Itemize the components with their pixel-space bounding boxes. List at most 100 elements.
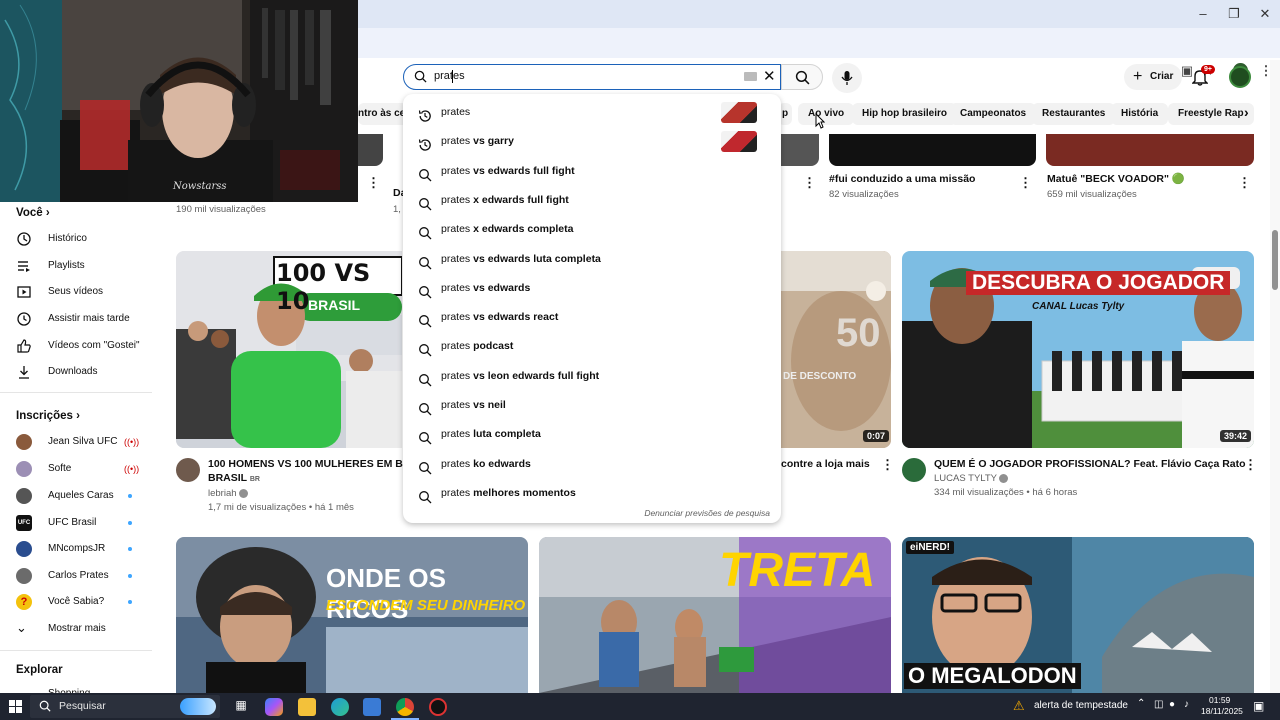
volume-icon[interactable]: ♪: [1184, 699, 1189, 710]
video-thumbnail[interactable]: [358, 134, 383, 166]
sidebar-item-playlists[interactable]: Playlists: [16, 255, 152, 277]
chrome-icon[interactable]: [396, 698, 414, 716]
sidebar-sub-ufc-brasil[interactable]: UFC UFC Brasil: [16, 512, 152, 534]
sidebar-sub-jean-silva[interactable]: Jean Silva UFC ((•)): [16, 431, 152, 453]
suggestion-item[interactable]: prates vs neil: [403, 391, 781, 420]
thumbnail-subtext: DE DESCONTO: [783, 371, 857, 382]
more-options-icon[interactable]: ⋮: [1019, 176, 1032, 190]
obs-icon[interactable]: [429, 698, 447, 716]
video-thumbnail[interactable]: TRETA: [539, 537, 891, 693]
suggestion-item[interactable]: prates vs edwards react: [403, 303, 781, 332]
store-icon[interactable]: [363, 698, 381, 716]
suggestion-item[interactable]: prates vs garry: [403, 127, 781, 156]
clock-time[interactable]: 01:59: [1209, 695, 1230, 705]
sidebar-show-more[interactable]: ⌄ Mostrar mais: [16, 618, 152, 640]
voice-search-button[interactable]: [832, 63, 862, 93]
chip-freestyle-rap[interactable]: Freestyle Rap: [1168, 103, 1254, 125]
chip-historia[interactable]: História: [1111, 103, 1169, 125]
sidebar-you-heading[interactable]: Você ›: [16, 207, 50, 219]
report-predictions-link[interactable]: Denunciar previsões de pesquisa: [644, 508, 770, 518]
weather-status[interactable]: alerta de tempestade: [1034, 700, 1128, 711]
chevron-right-icon[interactable]: ›: [1244, 104, 1249, 120]
video-thumbnail[interactable]: DESCUBRA O JOGADOR CANAL Lucas Tylty 39:…: [902, 251, 1254, 448]
suggestion-item[interactable]: prates vs edwards luta completa: [403, 245, 781, 274]
keyboard-icon[interactable]: [744, 72, 757, 81]
video-thumbnail[interactable]: [781, 134, 819, 166]
sidebar-item-assistir-mais-tarde[interactable]: Assistir mais tarde: [16, 308, 152, 330]
suggestion-item[interactable]: prates x edwards completa: [403, 215, 781, 244]
sidebar-sub-carlos-prates[interactable]: Carlos Prates: [16, 565, 152, 587]
account-avatar[interactable]: [1229, 66, 1251, 88]
channel-avatar[interactable]: [902, 458, 926, 482]
video-title[interactable]: QUEM É O JOGADOR PROFISSIONAL? Feat. Flá…: [934, 457, 1246, 471]
video-thumbnail[interactable]: eiNERD! O MEGALODON: [902, 537, 1254, 693]
windows-start-icon[interactable]: [9, 700, 22, 713]
video-title[interactable]: 100 HOMENS VS 100 MULHERES EM BU: [208, 457, 410, 471]
sidebar-item-videos-gostei[interactable]: Vídeos com "Gostei": [16, 335, 152, 357]
edge-icon[interactable]: [331, 698, 349, 716]
suggestion-item[interactable]: prates vs edwards full fight: [403, 157, 781, 186]
suggestion-item[interactable]: prates: [403, 98, 781, 127]
video-channel[interactable]: lebriah: [208, 487, 249, 501]
suggestion-item[interactable]: prates melhores momentos: [403, 479, 781, 508]
chip-campeonatos[interactable]: Campeonatos: [950, 103, 1037, 125]
sidebar-item-seus-videos[interactable]: Seus vídeos: [16, 281, 152, 303]
suggestion-item[interactable]: prates vs edwards: [403, 274, 781, 303]
video-thumbnail[interactable]: [829, 134, 1036, 166]
sidebar-sub-voce-sabia[interactable]: ? Você Sabia?: [16, 591, 152, 613]
download-icon: [19, 366, 29, 379]
copilot-icon[interactable]: [265, 698, 283, 716]
chevron-down-icon: ⌄: [16, 620, 27, 635]
sidebar-sub-aqueles-caras[interactable]: Aqueles Caras: [16, 485, 152, 507]
clock-date[interactable]: 18/11/2025: [1201, 706, 1243, 716]
search-input[interactable]: prates ✕: [403, 64, 781, 90]
page-scrollbar[interactable]: [1270, 60, 1280, 693]
sidebar-item-downloads[interactable]: Downloads: [16, 361, 152, 383]
video-title[interactable]: contre a loja mais: [781, 457, 870, 471]
notifications-icon[interactable]: ▣: [1253, 699, 1264, 713]
more-options-icon[interactable]: ⋮: [881, 458, 894, 472]
video-views: 82 visualizações: [829, 189, 899, 200]
network-icon[interactable]: ◫: [1154, 699, 1163, 710]
chip-restaurantes[interactable]: Restaurantes: [1032, 103, 1116, 125]
suggestion-item[interactable]: prates luta completa: [403, 420, 781, 449]
sidebar-sub-softe[interactable]: Softe ((•)): [16, 458, 152, 480]
more-options-icon[interactable]: ⋮: [1238, 176, 1251, 190]
video-title-line2[interactable]: BRASIL BR: [208, 471, 260, 487]
suggestion-item[interactable]: prates podcast: [403, 332, 781, 361]
more-options-icon[interactable]: ⋮: [1244, 458, 1257, 472]
video-title[interactable]: #fui conduzido a uma missão: [829, 172, 975, 186]
sidebar-subs-heading[interactable]: Inscrições ›: [16, 410, 80, 422]
search-button[interactable]: [781, 64, 823, 90]
video-thumbnail[interactable]: 100 VS 10 BRASIL: [176, 251, 402, 448]
minimize-icon[interactable]: –: [1188, 4, 1218, 24]
scrollbar-thumb[interactable]: [1272, 230, 1278, 290]
sidebar-divider: [0, 392, 152, 393]
taskbar-search-box[interactable]: Pesquisar: [30, 695, 220, 718]
more-options-icon[interactable]: ⋮: [803, 176, 816, 190]
chip-ao-vivo[interactable]: Ao vivo: [798, 103, 855, 125]
create-button[interactable]: + Criar: [1124, 64, 1182, 90]
video-thumbnail[interactable]: 50 DE DESCONTO 0:07: [781, 251, 891, 448]
suggestion-text: prates x edwards full fight: [441, 193, 569, 206]
video-title[interactable]: Matuê "BECK VOADOR" 🟢: [1047, 172, 1185, 186]
clear-search-icon[interactable]: ✕: [763, 67, 776, 85]
suggestion-item[interactable]: prates x edwards full fight: [403, 186, 781, 215]
restore-icon[interactable]: ❐: [1219, 4, 1249, 24]
sidebar-sub-mncompsjr[interactable]: MNcompsJR: [16, 538, 152, 560]
video-channel[interactable]: LUCAS TYLTY: [934, 472, 1009, 486]
channel-avatar[interactable]: [176, 458, 200, 482]
video-thumbnail[interactable]: [1046, 134, 1254, 166]
suggestion-item[interactable]: prates vs leon edwards full fight: [403, 362, 781, 391]
task-view-icon[interactable]: ▦: [232, 698, 250, 716]
chip-hip-hop[interactable]: Hip hop brasileiro: [852, 103, 958, 125]
suggestion-item[interactable]: prates ko edwards: [403, 450, 781, 479]
file-explorer-icon[interactable]: [298, 698, 316, 716]
video-thumbnail[interactable]: ONDE OS RICOS ESCONDEM SEU DINHEIRO: [176, 537, 528, 693]
chevron-up-icon[interactable]: ⌃: [1137, 698, 1145, 709]
microphone-icon[interactable]: ●: [1169, 699, 1175, 710]
close-window-icon[interactable]: ✕: [1250, 4, 1280, 24]
sidebar-item-historico[interactable]: Histórico: [16, 228, 152, 250]
more-options-icon[interactable]: ⋮: [367, 176, 380, 190]
notifications-button[interactable]: 9+: [1191, 65, 1215, 86]
